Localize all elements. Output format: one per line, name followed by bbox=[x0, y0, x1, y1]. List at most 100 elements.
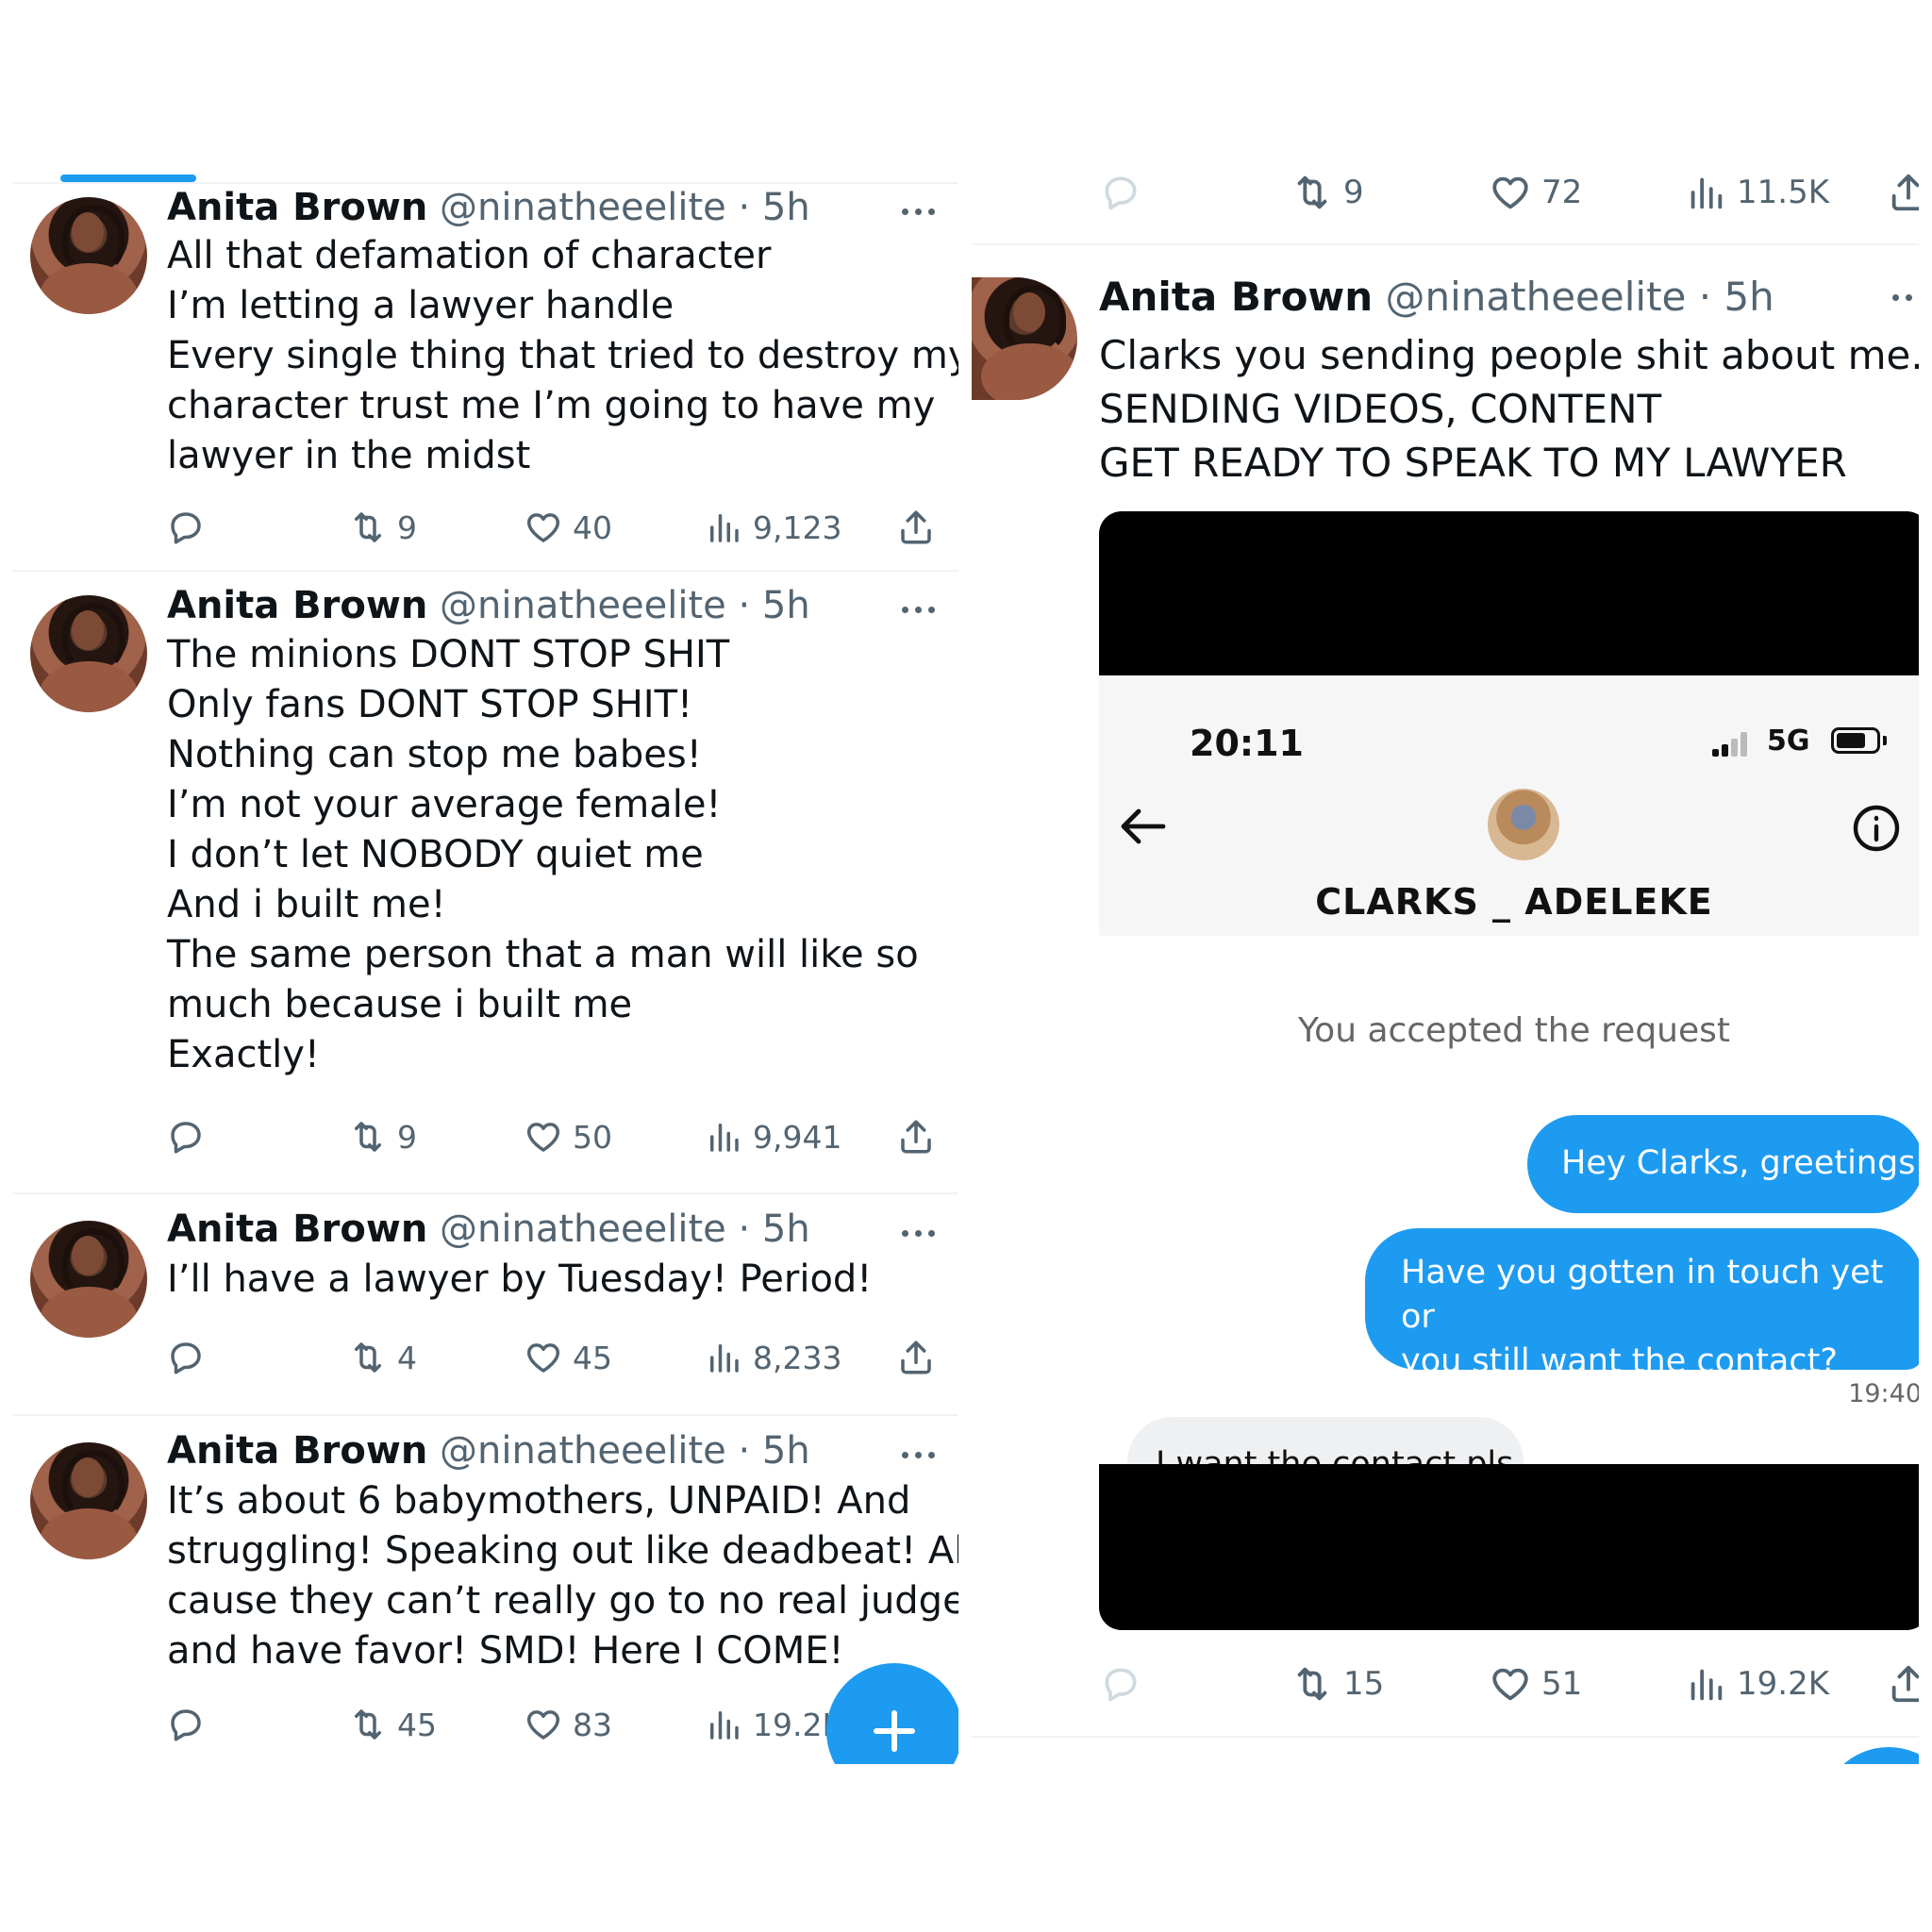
handle[interactable]: @ninatheeelite bbox=[440, 186, 726, 229]
retweet-icon bbox=[1297, 1667, 1327, 1701]
views-button[interactable]: 11.5K bbox=[1684, 164, 1829, 221]
avatar[interactable] bbox=[30, 197, 147, 314]
share-button[interactable] bbox=[1887, 164, 1919, 221]
avatar[interactable] bbox=[30, 595, 147, 712]
views-button[interactable]: 8,233 bbox=[704, 1334, 841, 1381]
handle[interactable]: @ninatheeelite bbox=[440, 1208, 726, 1251]
like-count: 40 bbox=[573, 508, 612, 546]
status-time: 20:11 bbox=[1190, 723, 1304, 764]
dm-header: 20:11 5G CLARKS _ ADELEKE bbox=[1099, 675, 1919, 936]
retweet-button[interactable]: 45 bbox=[348, 1701, 437, 1748]
like-count: 51 bbox=[1541, 1665, 1583, 1703]
like-count: 83 bbox=[573, 1706, 612, 1743]
retweet-button[interactable]: 9 bbox=[348, 1113, 417, 1160]
right-feed: 9 72 11.5K Anita Brown @ninatheeelite · … bbox=[972, 142, 1919, 1764]
more-icon[interactable] bbox=[902, 208, 940, 220]
like-button[interactable]: 83 bbox=[524, 1701, 612, 1748]
retweet-button[interactable]: 9 bbox=[348, 504, 417, 551]
back-arrow-icon[interactable] bbox=[1118, 808, 1167, 845]
share-button[interactable] bbox=[896, 1334, 936, 1381]
tweet-line: The same person that a man will like so bbox=[167, 933, 919, 976]
avatar[interactable] bbox=[972, 277, 1077, 400]
action-bar: 9 72 11.5K bbox=[972, 164, 1919, 221]
tweet-header: Anita Brown @ninatheeelite · 5h bbox=[167, 186, 810, 229]
views-button[interactable]: 9,941 bbox=[704, 1113, 841, 1160]
more-icon[interactable] bbox=[1892, 294, 1919, 306]
tweet-line: GET READY TO SPEAK TO MY LAWYER bbox=[1099, 440, 1847, 486]
action-bar: 45 83 19.2K bbox=[13, 1701, 958, 1748]
views-button[interactable]: 9,123 bbox=[704, 504, 841, 551]
timestamp[interactable]: · 5h bbox=[1699, 274, 1774, 320]
info-icon[interactable] bbox=[1852, 804, 1901, 853]
like-button[interactable]: 51 bbox=[1489, 1656, 1582, 1712]
share-icon bbox=[1891, 174, 1919, 211]
reply-icon bbox=[1105, 176, 1137, 210]
like-button[interactable]: 40 bbox=[524, 504, 612, 551]
views-count: 9,941 bbox=[753, 1118, 842, 1156]
reply-icon bbox=[1105, 1668, 1137, 1702]
more-icon[interactable] bbox=[902, 607, 940, 618]
tweet-line: I’ll have a lawyer by Tuesday! Period! bbox=[167, 1257, 873, 1301]
display-name[interactable]: Anita Brown bbox=[167, 1208, 427, 1251]
tweet-line: SENDING VIDEOS, CONTENT bbox=[1099, 386, 1662, 432]
avatar[interactable] bbox=[30, 1221, 147, 1338]
share-icon bbox=[901, 510, 931, 544]
tweet-line: I’m not your average female! bbox=[167, 783, 722, 826]
share-icon bbox=[901, 1120, 931, 1154]
retweet-button[interactable]: 4 bbox=[348, 1334, 417, 1381]
reply-button[interactable] bbox=[166, 1334, 206, 1381]
attached-image[interactable]: 20:11 5G CLARKS _ ADELEKE You accepted t… bbox=[1099, 511, 1919, 1630]
handle[interactable]: @ninatheeelite bbox=[440, 1429, 726, 1473]
heart-icon bbox=[1492, 176, 1528, 209]
display-name[interactable]: Anita Brown bbox=[167, 186, 427, 229]
display-name[interactable]: Anita Brown bbox=[167, 584, 427, 627]
timestamp[interactable]: · 5h bbox=[738, 186, 809, 229]
display-name[interactable]: Anita Brown bbox=[167, 1429, 427, 1473]
share-button[interactable] bbox=[1887, 1656, 1919, 1712]
views-count: 19.2K bbox=[1737, 1665, 1829, 1703]
reply-button[interactable] bbox=[166, 1113, 206, 1160]
request-accepted-note: You accepted the request bbox=[1297, 1011, 1731, 1050]
tweet-line: The minions DONT STOP SHIT bbox=[167, 633, 730, 676]
reply-button[interactable] bbox=[166, 1701, 206, 1748]
tweet-line: lawyer in the midst bbox=[167, 434, 531, 477]
compose-button[interactable] bbox=[1821, 1747, 1919, 1764]
handle[interactable]: @ninatheeelite bbox=[440, 584, 726, 627]
retweet-button[interactable]: 15 bbox=[1291, 1656, 1384, 1712]
like-button[interactable]: 72 bbox=[1489, 164, 1582, 221]
views-button[interactable]: 19.2K bbox=[1684, 1656, 1829, 1712]
views-button[interactable]: 19.2K bbox=[704, 1701, 842, 1748]
retweet-button[interactable]: 9 bbox=[1291, 164, 1364, 221]
tweet[interactable]: Anita Brown @ninatheeelite · 5h I’ll hav… bbox=[13, 1194, 958, 1416]
reply-button[interactable] bbox=[1100, 164, 1141, 221]
tweet[interactable]: Anita Brown @ninatheeelite · 5h All that… bbox=[13, 184, 958, 572]
redaction-bar bbox=[1099, 511, 1919, 675]
timestamp[interactable]: · 5h bbox=[738, 584, 809, 627]
reply-button[interactable] bbox=[1100, 1656, 1141, 1712]
timestamp[interactable]: · 5h bbox=[738, 1208, 809, 1251]
reply-button[interactable] bbox=[166, 504, 206, 551]
like-button[interactable]: 50 bbox=[524, 1113, 612, 1160]
sent-message: Hey Clarks, greetings bbox=[1527, 1115, 1919, 1213]
display-name[interactable]: Anita Brown bbox=[1099, 274, 1373, 320]
avatar[interactable] bbox=[30, 1442, 147, 1559]
tweet[interactable]: Anita Brown @ninatheeelite · 5h The mini… bbox=[13, 572, 958, 1194]
more-icon[interactable] bbox=[902, 1230, 940, 1241]
share-button[interactable] bbox=[896, 504, 936, 551]
share-button[interactable] bbox=[896, 1113, 936, 1160]
message-timestamp: 19:40 bbox=[1848, 1379, 1919, 1408]
reply-icon bbox=[171, 1709, 201, 1741]
tweet[interactable]: Anita Brown @ninatheeelite · 5h It’s abo… bbox=[13, 1416, 958, 1764]
views-icon bbox=[710, 514, 739, 542]
retweet-icon bbox=[355, 1342, 381, 1373]
timestamp[interactable]: · 5h bbox=[738, 1429, 809, 1473]
tweet-line: All that defamation of character bbox=[167, 234, 772, 277]
sent-message: Have you gotten in touch yet or you stil… bbox=[1365, 1228, 1919, 1380]
more-icon[interactable] bbox=[902, 1452, 940, 1463]
views-icon bbox=[710, 1711, 739, 1740]
like-button[interactable]: 45 bbox=[524, 1334, 612, 1381]
share-icon bbox=[901, 1341, 931, 1374]
handle[interactable]: @ninatheeelite bbox=[1385, 274, 1686, 320]
contact-avatar[interactable] bbox=[1488, 789, 1559, 860]
views-count: 8,233 bbox=[753, 1339, 842, 1376]
